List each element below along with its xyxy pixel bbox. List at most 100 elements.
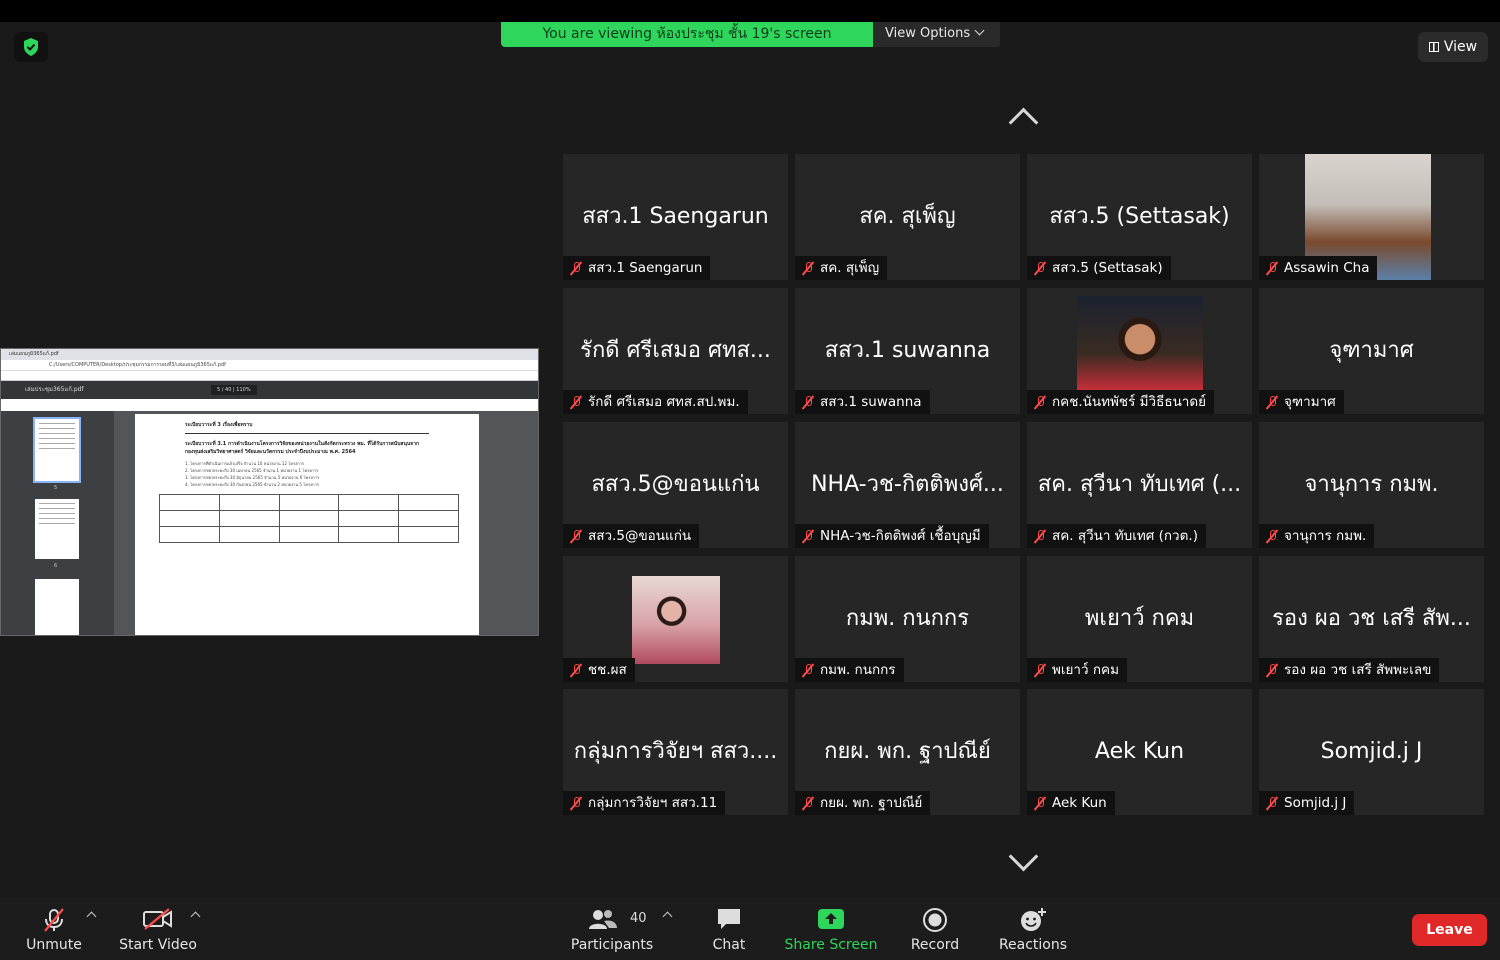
- muted-mic-icon: [801, 395, 815, 409]
- participant-tile[interactable]: จานุการ กมพ. จานุการ กมพ.: [1259, 422, 1484, 548]
- participant-name: สสว.5 (Settasak): [1052, 260, 1163, 276]
- participants-icon: [588, 907, 618, 935]
- participant-tile[interactable]: Somjid.j J Somjid.j J: [1259, 689, 1484, 815]
- muted-mic-icon: [801, 261, 815, 275]
- muted-mic-icon: [1033, 796, 1047, 810]
- pdf-viewer: 5 6 ระเบียบวาระที่ 3 เรื่องเพื่อทราบ ระเ…: [1, 411, 538, 635]
- participant-name: สค. สุวีนา ทับเทศ (กวต.): [1052, 528, 1198, 544]
- encryption-shield-icon[interactable]: [14, 32, 48, 62]
- participants-button[interactable]: 40 Participants: [566, 897, 658, 960]
- participant-tile[interactable]: จุฑามาศ จุฑามาศ: [1259, 288, 1484, 414]
- muted-mic-icon: [801, 796, 815, 810]
- participant-tile[interactable]: Aek Kun Aek Kun: [1027, 689, 1252, 815]
- reactions-smiley-icon: [1019, 907, 1047, 937]
- participant-tile[interactable]: สสว.1 suwanna สสว.1 suwanna: [795, 288, 1020, 414]
- participant-nameplate: กคช.นันทพัชร์ มีวิธีธนาดย์: [1027, 390, 1215, 414]
- view-button[interactable]: View: [1418, 32, 1488, 62]
- view-options-label: View Options: [885, 26, 971, 41]
- pdf-thumb-number: 6: [54, 563, 58, 569]
- participants-caret-icon[interactable]: [662, 911, 673, 922]
- participant-tile[interactable]: พเยาว์ กคม พเยาว์ กคม: [1027, 556, 1252, 682]
- participant-name: จานุการ กมพ.: [1284, 528, 1367, 544]
- participant-tile[interactable]: สสว.1 Saengarun สสว.1 Saengarun: [563, 154, 788, 280]
- participant-tile[interactable]: รอง ผอ วช เสรี สัพ... รอง ผอ วช เสรี สัพพ…: [1259, 556, 1484, 682]
- pdf-thumb: [35, 499, 79, 559]
- participant-nameplate: NHA-วช-กิตติพงศ์ เชื้อบุญมี: [795, 524, 989, 548]
- participant-tile[interactable]: สค. สุวีนา ทับเทศ (... สค. สุวีนา ทับเทศ …: [1027, 422, 1252, 548]
- participant-nameplate: สสว.1 Saengarun: [563, 256, 711, 280]
- audio-options-caret-icon[interactable]: [86, 911, 97, 922]
- participant-name: Assawin Cha: [1284, 260, 1370, 276]
- viewing-banner: You are viewing ห้องประชุม ชั้น 19's scr…: [501, 22, 873, 47]
- pdf-toolbar: เล่มประชุม365แก้.pdf 5 / 40 | 110%: [1, 381, 538, 399]
- view-label: View: [1443, 39, 1478, 55]
- participant-tile[interactable]: Assawin Cha: [1259, 154, 1484, 280]
- participant-tile[interactable]: NHA-วช-กิตติพงศ์... NHA-วช-กิตติพงศ์ เชื้…: [795, 422, 1020, 548]
- participant-tile[interactable]: สค. สุเพ็ญ สค. สุเพ็ญ: [795, 154, 1020, 280]
- pdf-thumb-number: 5: [54, 485, 58, 491]
- participant-name: กยผ. พก. ฐาปณีย์: [820, 795, 923, 811]
- participant-nameplate: กลุ่มการวิจัยฯ สสว.11: [563, 791, 726, 815]
- participant-nameplate: จานุการ กมพ.: [1259, 524, 1375, 548]
- record-label: Record: [910, 937, 960, 953]
- unmute-button[interactable]: Unmute: [20, 897, 88, 960]
- view-options-button[interactable]: View Options: [873, 22, 1000, 47]
- participant-nameplate: พเยาว์ กคม: [1027, 658, 1127, 682]
- muted-mic-icon: [1265, 529, 1279, 543]
- pdf-page-number: 5 / 40: [217, 387, 232, 393]
- muted-mic-icon: [1033, 529, 1047, 543]
- record-button[interactable]: Record: [906, 897, 964, 960]
- participant-tile[interactable]: กมพ. กนกกร กมพ. กนกกร: [795, 556, 1020, 682]
- participant-nameplate: ชช.ผส: [563, 658, 635, 682]
- muted-mic-icon: [1033, 663, 1047, 677]
- participant-nameplate: สสว.5 (Settasak): [1027, 256, 1171, 280]
- leave-button[interactable]: Leave: [1412, 914, 1487, 946]
- participant-nameplate: Somjid.j J: [1259, 791, 1355, 815]
- participant-nameplate: สสว.1 suwanna: [795, 390, 930, 414]
- participant-nameplate: Assawin Cha: [1259, 256, 1378, 280]
- participant-name: สค. สุเพ็ญ: [820, 260, 880, 276]
- gallery-next-arrow-icon[interactable]: [1003, 852, 1043, 874]
- doc-table: [159, 494, 459, 543]
- participant-tile[interactable]: รักดี ศรีเสมอ ศทส... รักดี ศรีเสมอ ศทส.สป…: [563, 288, 788, 414]
- participant-name: จุฑามาศ: [1284, 394, 1336, 410]
- top-strip: [0, 0, 1500, 22]
- participant-tile[interactable]: กลุ่มการวิจัยฯ สสว.... กลุ่มการวิจัยฯ สสว…: [563, 689, 788, 815]
- participant-name: Aek Kun: [1052, 795, 1107, 811]
- reactions-button[interactable]: Reactions: [996, 897, 1070, 960]
- participant-name: กมพ. กนกกร: [820, 662, 896, 678]
- participant-tile[interactable]: สสว.5 (Settasak) สสว.5 (Settasak): [1027, 154, 1252, 280]
- participant-name: NHA-วช-กิตติพงศ์ เชื้อบุญมี: [820, 528, 981, 544]
- participant-name: ชช.ผส: [588, 662, 627, 678]
- pdf-page: ระเบียบวาระที่ 3 เรื่องเพื่อทราบ ระเบียบ…: [135, 414, 479, 635]
- participant-name: สสว.1 suwanna: [820, 394, 922, 410]
- participant-tile[interactable]: กคช.นันทพัชร์ มีวิธีธนาดย์: [1027, 288, 1252, 414]
- gallery-prev-arrow-icon[interactable]: [1003, 105, 1043, 127]
- pdf-zoom: 110%: [236, 387, 251, 393]
- participant-name: กลุ่มการวิจัยฯ สสว.11: [588, 795, 718, 811]
- muted-mic-icon: [1033, 261, 1047, 275]
- participant-count: 40: [630, 911, 647, 926]
- muted-mic-icon: [569, 796, 583, 810]
- doc-heading: ระเบียบวาระที่ 3 เรื่องเพื่อทราบ: [185, 422, 253, 428]
- doc-list-item: 1. โครงการที่ดำเนินการแล้วเสร็จ จำนวน 10…: [185, 461, 305, 466]
- participant-tile[interactable]: สสว.5@ขอนแก่น สสว.5@ขอนแก่น: [563, 422, 788, 548]
- participant-name: รอง ผอ วช เสรี สัพพะเลข: [1284, 662, 1432, 678]
- muted-mic-icon: [569, 529, 583, 543]
- chat-label: Chat: [712, 937, 746, 953]
- muted-mic-icon: [569, 663, 583, 677]
- pdf-thumb: [33, 417, 81, 483]
- muted-mic-icon: [569, 261, 583, 275]
- pdf-thumbnails: 5 6: [1, 411, 114, 635]
- participant-tile[interactable]: ชช.ผส: [563, 556, 788, 682]
- muted-mic-icon: [1265, 261, 1279, 275]
- participant-name: สสว.1 Saengarun: [588, 260, 703, 276]
- browser-tab: เล่มแผนภูมิ365แก้.pdf: [1, 349, 538, 360]
- participant-nameplate: รักดี ศรีเสมอ ศทส.สป.พม.: [563, 390, 748, 414]
- participant-tile[interactable]: กยผ. พก. ฐาปณีย์ กยผ. พก. ฐาปณีย์: [795, 689, 1020, 815]
- participant-nameplate: Aek Kun: [1027, 791, 1115, 815]
- participant-nameplate: สค. สุวีนา ทับเทศ (กวต.): [1027, 524, 1206, 548]
- share-screen-button[interactable]: Share Screen: [782, 897, 880, 960]
- start-video-button[interactable]: Start Video: [115, 897, 201, 960]
- chat-button[interactable]: Chat: [704, 897, 754, 960]
